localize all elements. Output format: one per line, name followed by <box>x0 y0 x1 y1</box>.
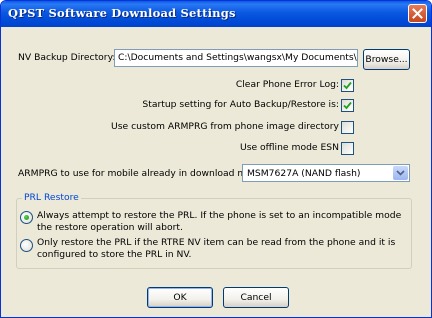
browse-button-label: Browse... <box>365 54 408 65</box>
dialog-window: QPST Software Download Settings NV Backu… <box>0 0 432 318</box>
browse-button[interactable]: Browse... <box>363 49 410 70</box>
clear-error-log-checkbox[interactable] <box>341 79 354 92</box>
dialog-body: NV Backup Directory: C:\Documents and Se… <box>4 27 428 314</box>
prl-only-text: Only restore the PRL if the RTRE NV item… <box>37 237 396 260</box>
armprg-label: ARMPRG to use for mobile already in down… <box>18 168 264 179</box>
check-mark-icon <box>343 101 352 110</box>
chevron-down-icon <box>396 170 405 176</box>
ok-button[interactable]: OK <box>147 287 213 308</box>
auto-backup-label: Startup setting for Auto Backup/Restore … <box>142 99 339 110</box>
nv-backup-directory-input[interactable]: C:\Documents and Settings\wangsx\My Docu… <box>114 49 358 67</box>
ok-button-label: OK <box>173 292 187 303</box>
close-button[interactable] <box>408 4 427 23</box>
auto-backup-checkbox[interactable] <box>341 99 354 112</box>
offline-esn-label: Use offline mode ESN <box>239 142 339 153</box>
armprg-selected-value: MSM7627A (NAND flash) <box>247 168 361 179</box>
nv-backup-label: NV Backup Directory: <box>18 52 116 63</box>
prl-restore-title: PRL Restore <box>22 192 81 203</box>
prl-always-text: Always attempt to restore the PRL. If th… <box>37 210 402 233</box>
window-title: QPST Software Download Settings <box>8 6 236 20</box>
cancel-button-label: Cancel <box>240 292 272 303</box>
custom-armprg-label: Use custom ARMPRG from phone image direc… <box>110 121 339 132</box>
close-icon <box>412 8 423 19</box>
radio-selected-dot <box>24 215 29 220</box>
title-bar[interactable]: QPST Software Download Settings <box>1 1 431 27</box>
prl-always-radio[interactable] <box>20 211 33 224</box>
check-mark-icon <box>343 81 352 90</box>
dropdown-arrow-button[interactable] <box>393 166 408 180</box>
prl-only-radio[interactable] <box>20 239 33 252</box>
armprg-select[interactable]: MSM7627A (NAND flash) <box>242 164 410 182</box>
clear-error-log-label: Clear Phone Error Log: <box>235 79 339 90</box>
custom-armprg-checkbox[interactable] <box>341 121 354 134</box>
offline-esn-checkbox[interactable] <box>341 142 354 155</box>
cancel-button[interactable]: Cancel <box>223 287 289 308</box>
